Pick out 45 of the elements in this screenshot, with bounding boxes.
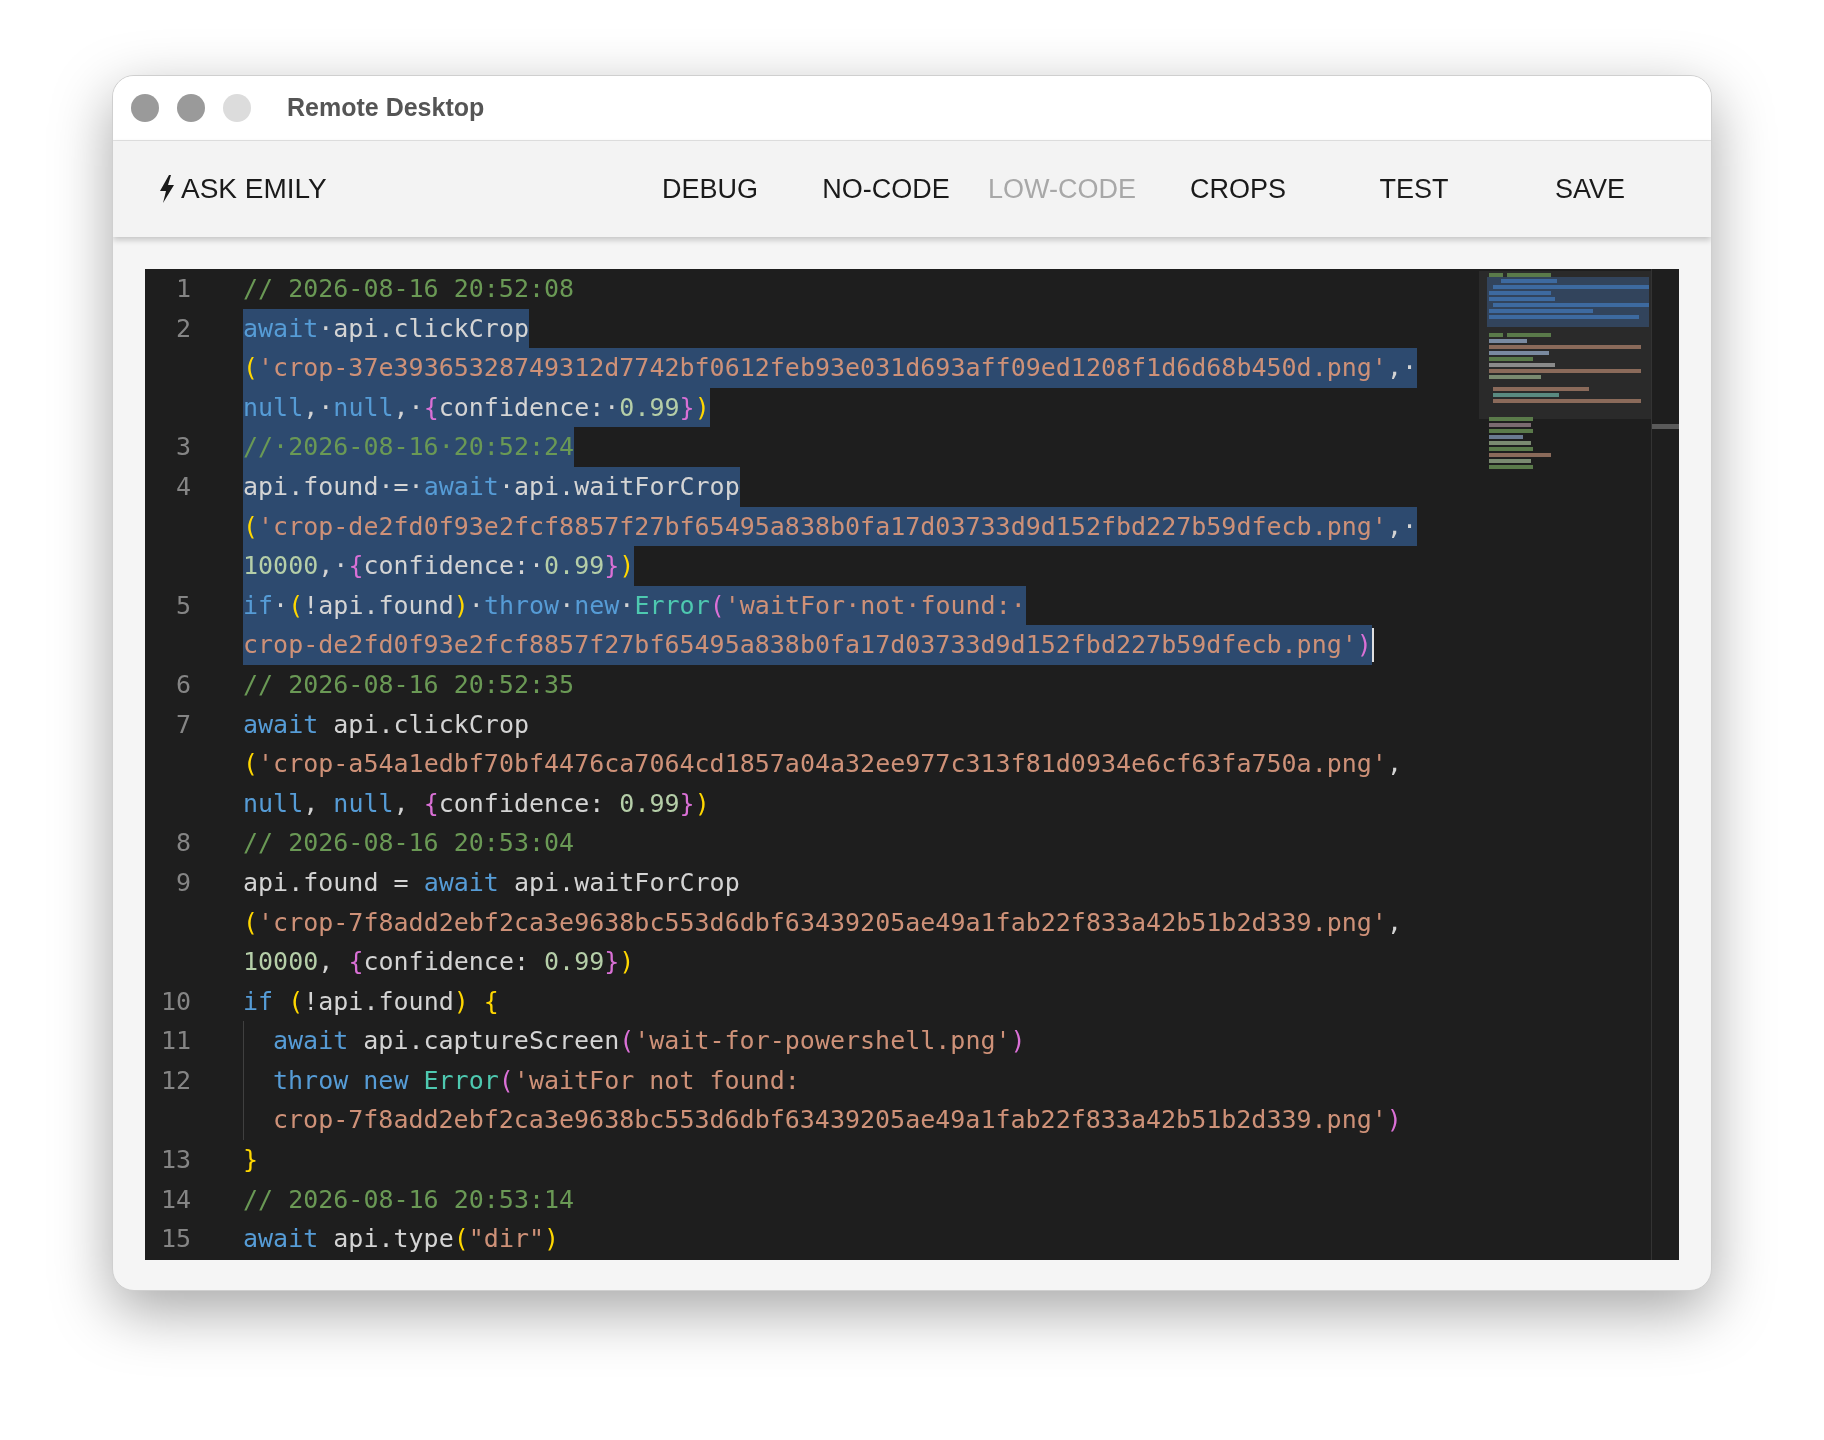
code-line: // 2026-08-16 20:53:04 bbox=[243, 827, 575, 860]
line-number: 15 bbox=[160, 1224, 191, 1254]
code-editor[interactable] bbox=[145, 269, 1679, 1260]
line-number: 6 bbox=[175, 669, 191, 699]
toolbar-tab[interactable]: NO-CODE bbox=[798, 168, 974, 210]
line-number: 4 bbox=[175, 471, 191, 501]
toolbar-tab[interactable]: TEST bbox=[1326, 168, 1502, 210]
line-number: 5 bbox=[175, 590, 191, 620]
code-line: api.found = await api.waitForCrop bbox=[243, 866, 740, 899]
code-line: null, null, {confidence: 0.99}) bbox=[243, 787, 710, 820]
line-number: 12 bbox=[160, 1065, 191, 1095]
window-title: Remote Desktop bbox=[287, 92, 485, 124]
scrollbar-track[interactable] bbox=[1651, 269, 1679, 1260]
line-number: 7 bbox=[175, 709, 191, 739]
code-line: } bbox=[243, 1144, 259, 1177]
line-number: 1 bbox=[175, 274, 191, 303]
code-line: 10000, {confidence: 0.99}) bbox=[243, 946, 635, 979]
toolbar-tab[interactable]: SAVE bbox=[1502, 168, 1678, 210]
ask-button[interactable]: ASK EMILY bbox=[159, 168, 327, 210]
code-line: await api.clickCrop bbox=[243, 708, 529, 741]
line-number: 9 bbox=[175, 867, 191, 897]
window-control-button[interactable] bbox=[131, 94, 159, 122]
scrollbar-thumb[interactable] bbox=[1652, 424, 1679, 429]
line-number: 8 bbox=[175, 828, 191, 858]
code-line: // 2026-08-16 20:53:14 bbox=[243, 1183, 575, 1216]
code-line: crop-7f8add2ebf2ca3e9638bc553d6dbf63439205ae49a1fab22f833a42b51b2d339.png') bbox=[273, 1104, 1402, 1137]
code-line: await api.captureScreen('wait-for-powershell.png') bbox=[273, 1025, 1026, 1058]
code-line: ('crop-7f8add2ebf2ca3e9638bc553d6dbf63439205ae49a1fab22f833a42b51b2d339.png', bbox=[243, 906, 1402, 939]
minimap-drawing[interactable] bbox=[1479, 271, 1651, 471]
code-line: ('crop-a54a1edbf70bf4476ca7064cd1857a04a32ee977c313f81d0934e6cf63fa750a.png', bbox=[243, 748, 1402, 781]
line-number: 14 bbox=[160, 1184, 191, 1214]
line-number: 13 bbox=[160, 1145, 191, 1175]
code-line: // 2026-08-16 20:52:35 bbox=[243, 668, 575, 701]
line-number: 3 bbox=[175, 432, 191, 462]
line-number: 11 bbox=[160, 1026, 191, 1056]
lightning-icon bbox=[159, 175, 175, 203]
window-control-button[interactable] bbox=[177, 94, 205, 122]
toolbar-tab[interactable]: CROPS bbox=[1150, 168, 1326, 210]
code-line: await api.type("dir") bbox=[243, 1223, 560, 1256]
line-number: 10 bbox=[160, 986, 191, 1016]
code-line: // 2026-08-16 20:52:08 bbox=[243, 273, 575, 305]
line-number: 2 bbox=[175, 313, 191, 343]
code-line: if (!api.found) { bbox=[243, 985, 499, 1018]
toolbar-tab[interactable]: DEBUG bbox=[622, 168, 798, 210]
code-line: throw new Error('waitFor not found: bbox=[273, 1064, 800, 1097]
